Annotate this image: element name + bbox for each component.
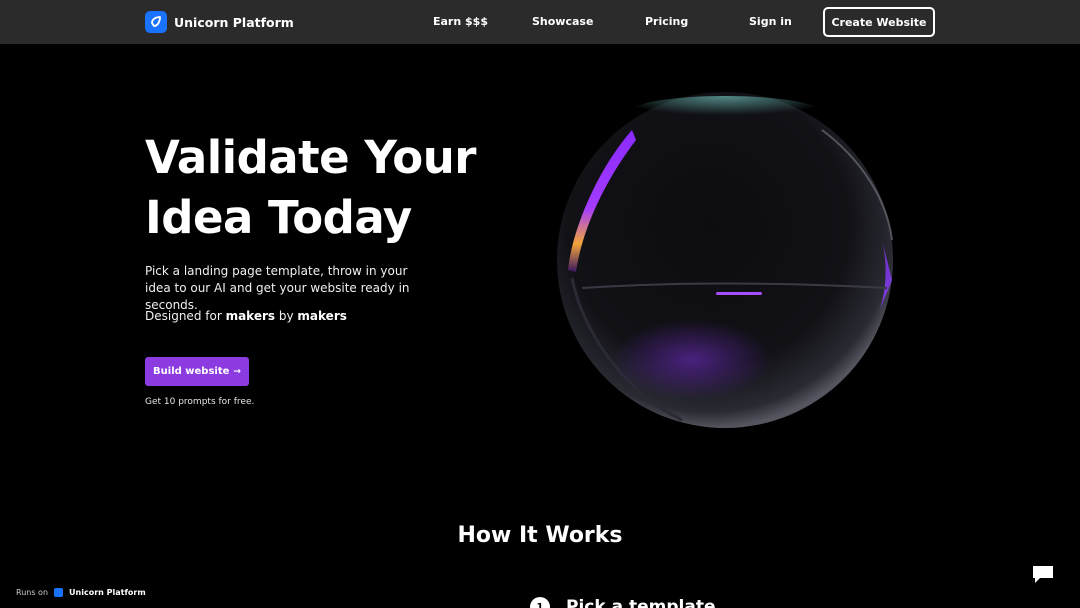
nav-link-showcase[interactable]: Showcase bbox=[532, 15, 593, 28]
hero-title-line-1: Validate Your bbox=[145, 131, 476, 184]
chat-bubble-icon[interactable] bbox=[1022, 553, 1064, 595]
hero-sphere-image bbox=[552, 90, 898, 432]
step-title: Pick a template bbox=[566, 597, 716, 608]
how-it-works-title: How It Works bbox=[457, 523, 623, 548]
step-item: 1 Pick a template bbox=[530, 597, 715, 608]
top-navigation: Unicorn Platform Earn $$$ Showcase Prici… bbox=[0, 0, 1080, 44]
free-prompts-note: Get 10 prompts for free. bbox=[145, 397, 255, 407]
hero-designed-by: Designed for makers by makers bbox=[145, 309, 347, 323]
hero-description: Pick a landing page template, throw in y… bbox=[145, 264, 410, 312]
runs-on-prefix: Runs on bbox=[16, 588, 49, 597]
designed-prefix: Designed for bbox=[145, 309, 222, 323]
step-number: 1 bbox=[530, 597, 550, 608]
nav-link-pricing[interactable]: Pricing bbox=[645, 15, 688, 28]
brand-home-link[interactable]: Unicorn Platform bbox=[145, 11, 294, 33]
brand-name: Unicorn Platform bbox=[174, 14, 294, 30]
build-website-button[interactable]: Build website → bbox=[145, 357, 249, 386]
runs-on-badge[interactable]: Runs on Unicorn Platform bbox=[16, 588, 146, 597]
create-website-button[interactable]: Create Website bbox=[823, 7, 935, 37]
hero-title-line-2: Idea Today bbox=[145, 191, 412, 244]
designed-bold-makers-1: makers bbox=[225, 309, 276, 323]
runs-on-brand: Unicorn Platform bbox=[69, 588, 146, 597]
unicorn-small-logo-icon bbox=[54, 588, 64, 597]
nav-link-sign-in[interactable]: Sign in bbox=[749, 15, 792, 28]
designed-bold-makers-2: makers bbox=[297, 309, 347, 323]
nav-link-earn[interactable]: Earn $$$ bbox=[433, 15, 488, 28]
build-website-label: Build website bbox=[153, 366, 230, 377]
unicorn-logo-icon bbox=[145, 11, 167, 33]
arrow-right-icon: → bbox=[233, 366, 241, 377]
designed-middle: by bbox=[278, 309, 294, 323]
hero-title: Validate Your Idea Today bbox=[145, 128, 525, 248]
